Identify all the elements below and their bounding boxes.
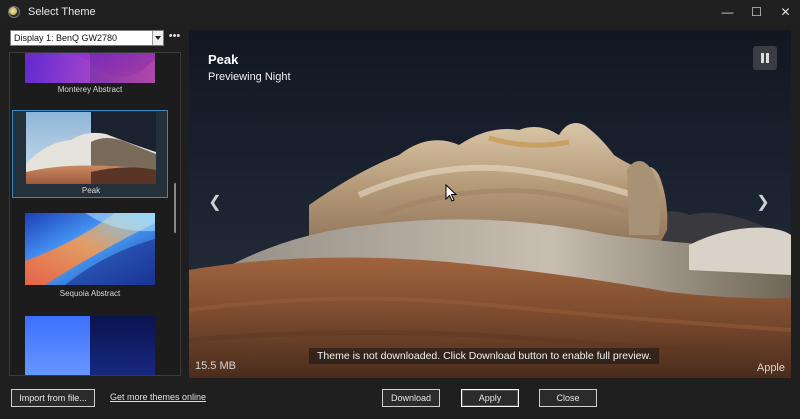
download-notice: Theme is not downloaded. Click Download …	[309, 348, 660, 364]
close-button[interactable]: Close	[539, 389, 597, 407]
window-controls: — ☐ ✕	[713, 0, 800, 24]
pause-icon[interactable]	[753, 46, 777, 70]
theme-thumbnail	[26, 112, 156, 184]
chevron-left-icon[interactable]: ❮	[207, 192, 223, 214]
get-more-themes-link[interactable]: Get more themes online	[110, 392, 206, 402]
theme-item-peak[interactable]: Peak	[12, 110, 168, 198]
theme-list[interactable]: Monterey Abstract Peak Sequoia Abstract	[9, 52, 181, 376]
sequoia-thumbnail-image	[25, 213, 155, 285]
download-button[interactable]: Download	[382, 389, 440, 407]
title-bar: Select Theme — ☐ ✕	[0, 0, 800, 24]
chevron-down-icon[interactable]	[152, 31, 163, 45]
theme-item-partial[interactable]	[12, 315, 168, 375]
display-dropdown[interactable]: Display 1: BenQ GW2780	[10, 30, 164, 46]
theme-preview: Peak Previewing Night ❮ ❯ 15.5 MB Theme …	[189, 30, 791, 378]
mouse-cursor-icon	[445, 184, 457, 202]
scrollbar-thumb[interactable]	[174, 183, 176, 233]
more-options-icon[interactable]: •••	[167, 30, 182, 46]
theme-thumbnail	[25, 53, 155, 83]
preview-title: Peak	[208, 52, 239, 67]
peak-thumbnail-image	[26, 112, 156, 184]
theme-item-label: Peak	[81, 186, 101, 195]
apply-button[interactable]: Apply	[461, 389, 519, 407]
import-from-file-button[interactable]: Import from file...	[11, 389, 95, 407]
theme-credit-label: Apple	[756, 362, 785, 374]
chevron-right-icon[interactable]: ❯	[755, 192, 771, 214]
app-icon	[8, 6, 20, 18]
theme-item-label: Monterey Abstract	[57, 85, 123, 94]
theme-item-monterey-abstract[interactable]: Monterey Abstract	[12, 53, 168, 99]
theme-item-label: Sequoia Abstract	[59, 289, 121, 298]
preview-subtitle: Previewing Night	[208, 71, 291, 83]
theme-item-sequoia-abstract[interactable]: Sequoia Abstract	[12, 212, 168, 302]
close-icon[interactable]: ✕	[771, 0, 800, 24]
theme-thumbnail	[25, 213, 155, 285]
blue-thumbnail-image	[25, 316, 155, 375]
window-title: Select Theme	[28, 6, 96, 18]
theme-thumbnail	[25, 316, 155, 375]
monterey-thumbnail-image	[25, 53, 155, 83]
minimize-icon[interactable]: —	[713, 0, 742, 24]
theme-size-label: 15.5 MB	[195, 360, 236, 372]
display-dropdown-value: Display 1: BenQ GW2780	[14, 33, 118, 43]
maximize-icon[interactable]: ☐	[742, 0, 771, 24]
